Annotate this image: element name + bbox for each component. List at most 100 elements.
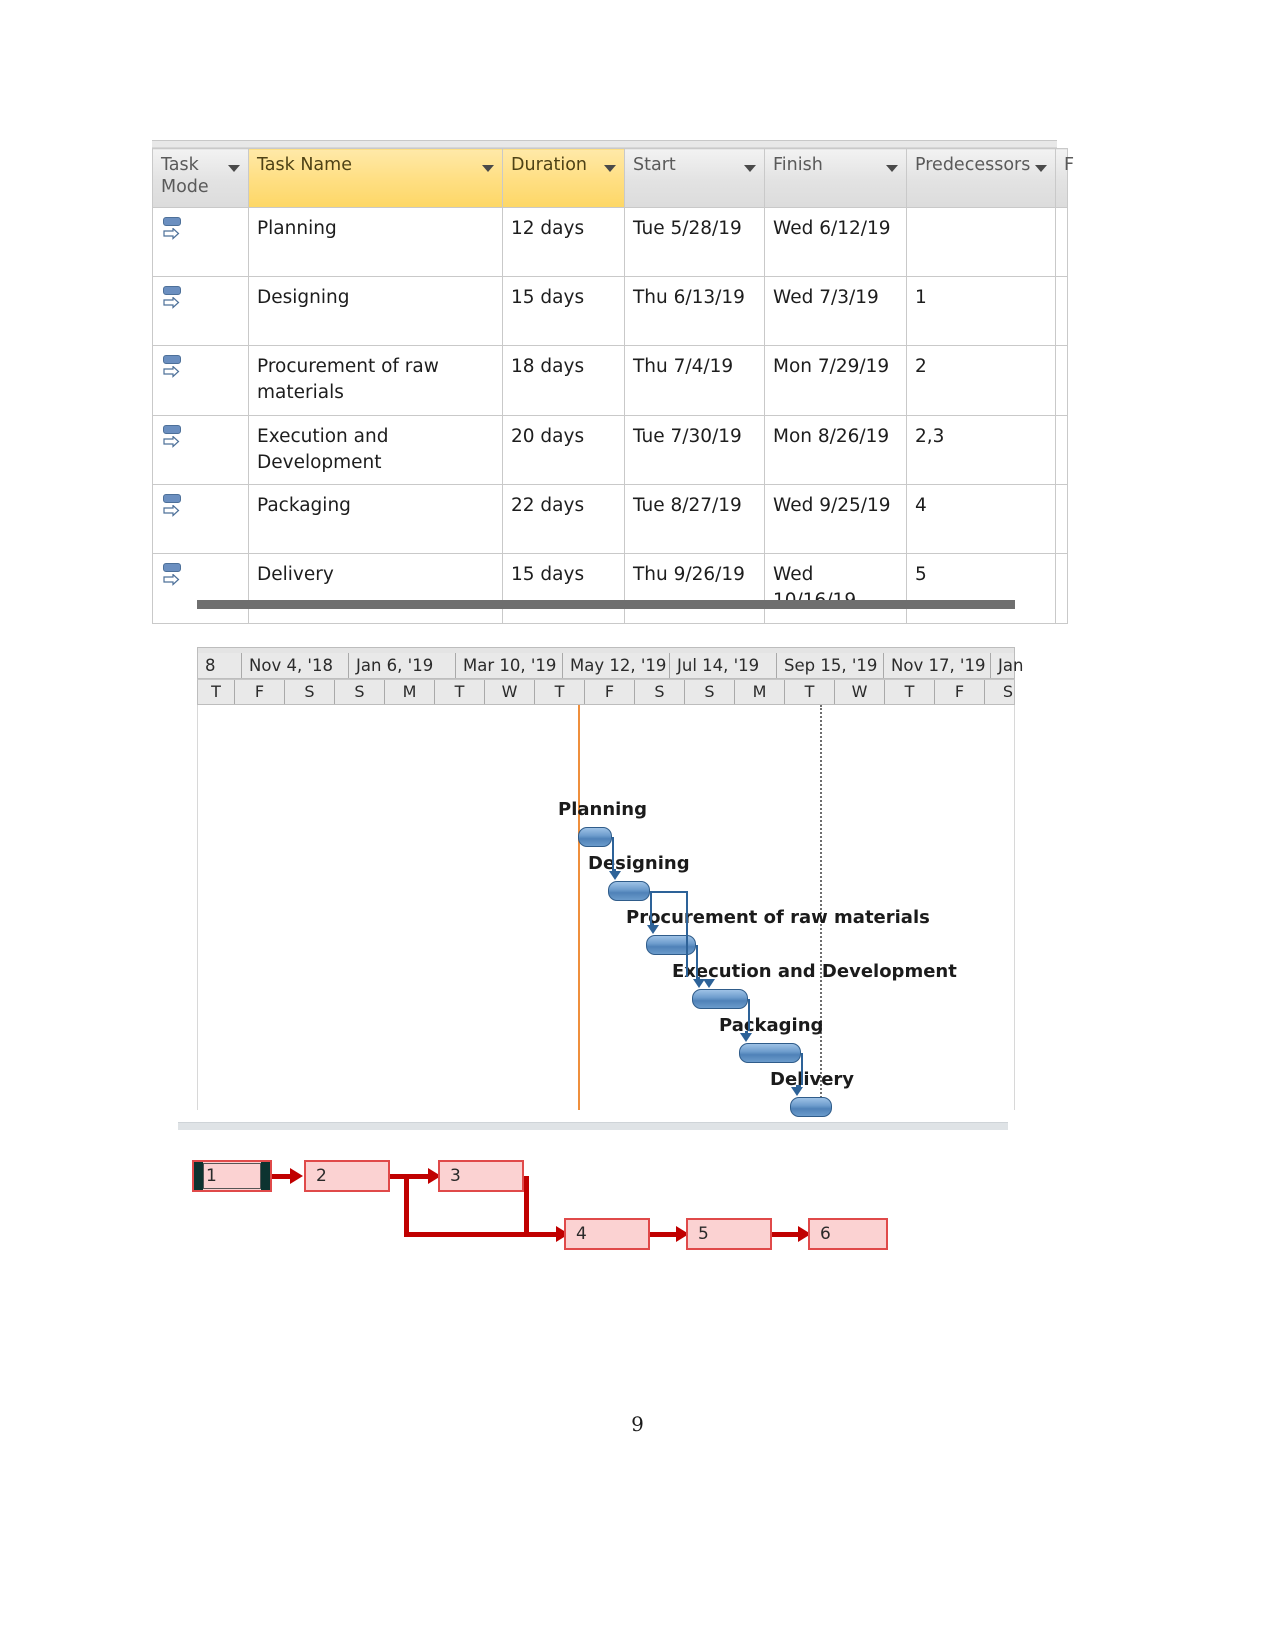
column-header-task-mode-label: Task Mode [161,155,209,197]
cell-next[interactable] [1055,484,1068,555]
chevron-down-icon[interactable] [482,165,494,172]
auto-schedule-icon [161,493,183,517]
cell-task-mode[interactable] [152,345,249,416]
table-row[interactable]: Procurement of raw materials 18 days Thu 7… [152,345,1068,416]
cell-finish[interactable]: Mon 7/29/19 [764,345,907,416]
table-row[interactable]: Packaging 22 days Tue 8/27/19 Wed 9/25/19 4 [152,484,1068,555]
finish-date-text: Mon 8/26/19 [773,425,890,447]
cell-predecessors[interactable]: 2,3 [906,414,1056,486]
timeline-day-cell: F [935,680,985,704]
cell-predecessors[interactable]: 4 [906,484,1056,555]
network-node-5-label: 5 [698,1224,709,1244]
cell-finish[interactable]: Wed 7/3/19 [764,276,907,346]
table-row[interactable]: Designing 15 days Thu 6/13/19 Wed 7/3/19 1 [152,276,1068,346]
start-date-text: Tue 5/28/19 [633,218,742,239]
column-header-finish[interactable]: Finish [764,148,907,208]
cell-task-name[interactable]: Planning [248,207,503,277]
gantt-bar[interactable] [692,989,748,1009]
gantt-link-2-3-arrow [647,925,659,934]
cell-next[interactable] [1055,345,1068,416]
cell-start[interactable]: Thu 7/4/19 [624,345,765,416]
timeline-day-cell: T [535,680,585,704]
duration-text: 22 days [511,495,585,517]
network-node-3[interactable]: 3 [438,1160,524,1192]
today-line [578,705,580,1110]
predecessors-text: 4 [915,495,927,517]
network-node-6[interactable]: 6 [808,1218,888,1250]
chevron-down-icon[interactable] [228,165,240,172]
cell-next[interactable] [1055,553,1068,624]
timeline-day-cell: S [635,680,685,704]
start-date-text: Thu 6/13/19 [633,287,745,308]
cell-duration[interactable]: 22 days [502,484,625,555]
finish-date-text: Wed 9/25/19 [773,495,891,517]
predecessors-text: 2 [915,356,927,377]
gantt-canvas[interactable]: Planning Designing Procurement of raw mate… [197,705,1015,1117]
cell-task-name[interactable]: Designing [248,276,503,346]
predecessors-text: 2,3 [915,425,945,447]
auto-schedule-icon [161,424,183,448]
task-name-text: Procurement of raw materials [257,356,439,404]
column-header-duration[interactable]: Duration [502,148,625,208]
network-node-1[interactable]: 1 [192,1160,272,1192]
cell-task-mode[interactable] [152,414,249,486]
task-name-text: Designing [257,287,350,308]
timeline-day-cell: F [585,680,635,704]
column-header-task-name-label: Task Name [257,155,352,175]
column-header-next[interactable]: F [1055,148,1074,208]
table-row[interactable]: Execution and Development 20 days Tue 7/30… [152,414,1068,486]
auto-schedule-icon [161,562,183,586]
timeline-day-cell: M [385,680,435,704]
cell-duration[interactable]: 12 days [502,207,625,277]
gantt-bar[interactable] [608,881,650,901]
cell-start[interactable]: Thu 6/13/19 [624,276,765,346]
gantt-bar[interactable] [739,1043,801,1063]
timeline-month-cell: Jan [998,656,1024,675]
gantt-bar[interactable] [578,827,612,847]
network-node-2[interactable]: 2 [304,1160,390,1192]
chevron-down-icon[interactable] [744,165,756,172]
cell-predecessors[interactable] [906,207,1056,277]
finish-date-text: Wed 7/3/19 [773,287,879,308]
column-header-task-mode[interactable]: Task Mode [152,148,249,208]
cell-task-name[interactable]: Execution and Development [248,414,503,486]
gantt-bar[interactable] [646,935,696,955]
cell-predecessors[interactable]: 2 [906,345,1056,416]
cell-next[interactable] [1055,276,1068,346]
cell-task-name[interactable]: Packaging [248,484,503,555]
cell-task-mode[interactable] [152,484,249,555]
network-node-4-label: 4 [576,1224,587,1244]
timeline-day-cell: S [685,680,735,704]
chevron-down-icon[interactable] [886,165,898,172]
cell-duration[interactable]: 15 days [502,276,625,346]
duration-text: 20 days [511,425,585,447]
chevron-down-icon[interactable] [604,165,616,172]
table-row[interactable]: Planning 12 days Tue 5/28/19 Wed 6/12/19 [152,207,1068,277]
column-header-predecessors[interactable]: Predecessors [906,148,1056,208]
task-table-panel: Task Mode Task Name Duration Start Finis… [152,140,1074,624]
cell-next[interactable] [1055,414,1068,486]
timeline-month-header: 8 Nov 4, '18 Jan 6, '19 Mar 10, '19 May 12, … [197,653,1023,679]
cell-next[interactable] [1055,207,1068,277]
cell-start[interactable]: Tue 8/27/19 [624,484,765,555]
network-node-5[interactable]: 5 [686,1218,772,1250]
cell-task-name[interactable]: Procurement of raw materials [248,345,503,416]
cell-start[interactable]: Tue 5/28/19 [624,207,765,277]
cell-duration[interactable]: 20 days [502,414,625,486]
gantt-bar[interactable] [790,1097,832,1117]
cell-finish[interactable]: Wed 9/25/19 [764,484,907,555]
gantt-top-divider [197,600,1015,609]
cell-start[interactable]: Tue 7/30/19 [624,414,765,486]
cell-task-mode[interactable] [152,207,249,277]
timeline-day-header: TFSSMTWTFSSMTWTFS [197,679,1015,705]
column-header-start[interactable]: Start [624,148,765,208]
chevron-down-icon[interactable] [1035,165,1047,172]
cell-finish[interactable]: Mon 8/26/19 [764,414,907,486]
network-node-4[interactable]: 4 [564,1218,650,1250]
cell-finish[interactable]: Wed 6/12/19 [764,207,907,277]
cell-task-mode[interactable] [152,276,249,346]
cell-predecessors[interactable]: 1 [906,276,1056,346]
cell-duration[interactable]: 18 days [502,345,625,416]
column-header-task-name[interactable]: Task Name [248,148,503,208]
column-header-start-label: Start [633,155,676,175]
